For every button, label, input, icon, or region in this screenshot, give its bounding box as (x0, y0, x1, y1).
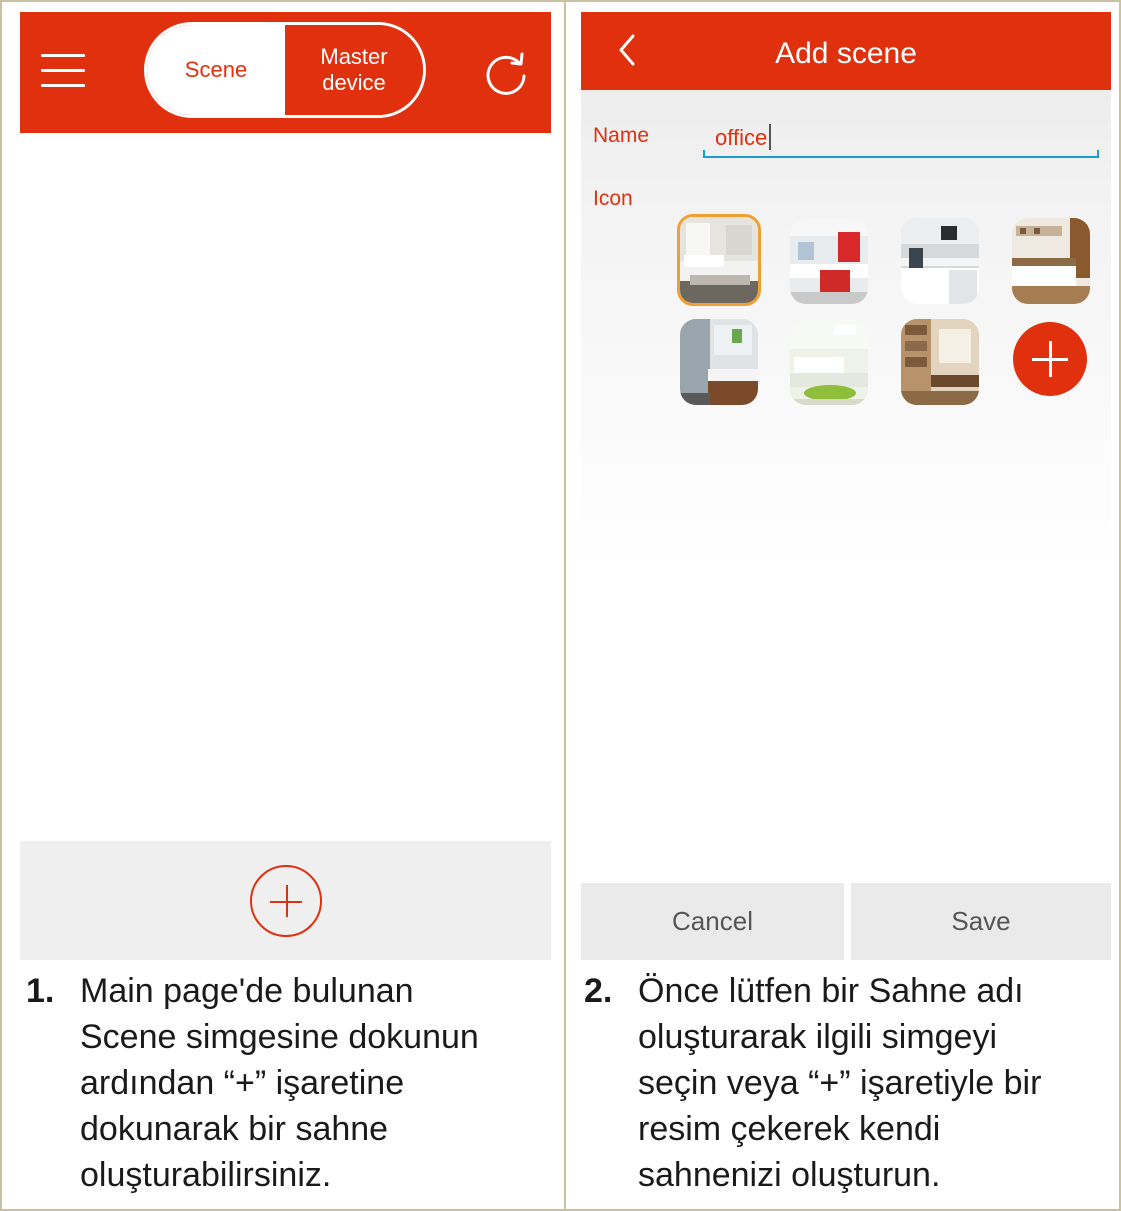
icon-label: Icon (593, 187, 633, 210)
scene-icon-kitchen-red[interactable] (790, 218, 868, 304)
cancel-button[interactable]: Cancel (581, 883, 844, 960)
back-arrow-icon[interactable] (611, 30, 645, 70)
menu-icon[interactable] (41, 54, 85, 88)
tab-master-device[interactable]: Master device (285, 25, 423, 115)
add-photo-button[interactable] (1013, 322, 1087, 396)
caption-line: oluşturabilirsiniz. (80, 1156, 332, 1194)
tab-master-device-line2: device (322, 70, 386, 95)
caption-step-1: 1. Main page'de bulunan Scene simgesine … (26, 968, 546, 1204)
scene-icon-living-room[interactable] (790, 319, 868, 405)
refresh-icon[interactable] (482, 50, 530, 98)
caption-line: Scene simgesine dokunun (80, 1018, 479, 1056)
scene-icon-bedroom-wood[interactable] (1012, 218, 1090, 304)
main-page-footer (20, 841, 551, 960)
text-caret (769, 124, 772, 150)
scene-name-value: office (715, 124, 772, 151)
tab-scene[interactable]: Scene (147, 25, 285, 115)
add-scene-button[interactable] (250, 865, 322, 937)
caption-step-1-number: 1. (26, 972, 55, 1010)
save-button[interactable]: Save (851, 883, 1111, 960)
main-page-screen: Scene Master device (20, 12, 551, 960)
scene-master-toggle: Scene Master device (144, 22, 426, 118)
caption-line: oluşturarak ilgili simgeyi (638, 1018, 998, 1056)
tab-master-device-line1: Master (320, 44, 388, 69)
add-scene-screen: Add scene Name office Icon Cancel Save (581, 12, 1111, 960)
scene-icon-kitchen-grey[interactable] (901, 218, 979, 304)
caption-line: sahnenizi oluşturun. (638, 1156, 941, 1194)
caption-line: Main page'de bulunan (80, 972, 414, 1010)
scene-name-input[interactable]: office (703, 116, 1099, 158)
scene-icon-bathroom[interactable] (680, 319, 758, 405)
scene-icon-study[interactable] (901, 319, 979, 405)
caption-step-2-number: 2. (584, 972, 613, 1010)
name-label: Name (593, 124, 650, 147)
caption-step-1-text: Main page'de bulunan Scene simgesine dok… (80, 968, 479, 1198)
column-divider (564, 0, 566, 1211)
caption-step-2: 2. Önce lütfen bir Sahne adı oluşturarak… (584, 968, 1104, 1204)
main-page-header: Scene Master device (20, 12, 551, 133)
caption-line: ardından “+” işaretine (80, 1064, 405, 1102)
page-title: Add scene (775, 37, 917, 70)
scene-icon-bedroom-white[interactable] (677, 214, 761, 306)
caption-line: dokunarak bir sahne (80, 1110, 389, 1148)
add-scene-header: Add scene (581, 12, 1111, 90)
caption-step-2-text: Önce lütfen bir Sahne adı oluşturarak il… (638, 968, 1041, 1198)
caption-line: Önce lütfen bir Sahne adı (638, 972, 1024, 1010)
caption-line: resim çekerek kendi (638, 1110, 941, 1148)
caption-line: seçin veya “+” işaretiyle bir (638, 1064, 1042, 1102)
